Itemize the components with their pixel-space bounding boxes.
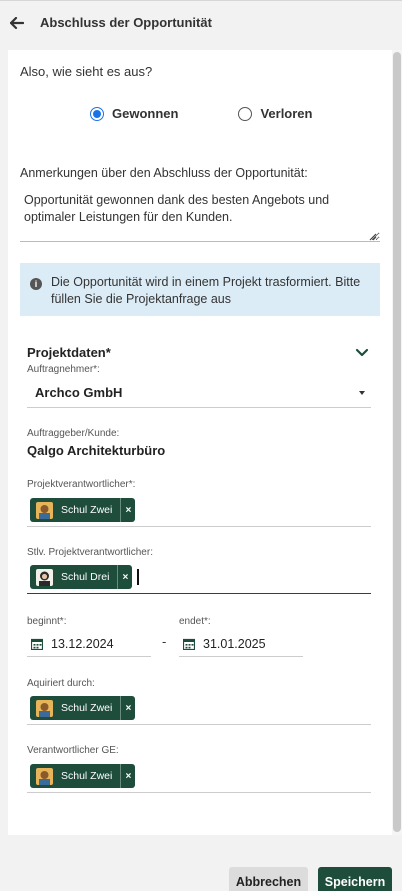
manager-field[interactable]: Schul Zwei × [27,494,371,527]
arrow-left-icon [10,16,24,29]
notes-label: Anmerkungen über den Abschluss der Oppor… [20,166,308,180]
calendar-icon [183,638,195,650]
deputy-field[interactable]: Schul Drei × [27,561,371,594]
outcome-question: Also, wie sieht es aus? [20,64,153,79]
radio-lost[interactable]: Verloren [238,106,312,121]
page-title: Abschluss der Opportunität [40,15,212,30]
close-icon[interactable]: × [117,565,132,589]
person-chip[interactable]: Schul Drei × [30,565,133,589]
section-title: Projektdaten* [27,345,111,360]
responsible-ge-label: Verantwortlicher GE: [27,745,119,756]
resize-handle-icon[interactable] [367,231,377,241]
acquired-label: Aquiriert durch: [27,678,95,689]
person-chip[interactable]: Schul Zwei × [30,764,136,788]
info-text: Die Opportunität wird in einem Projekt t… [51,275,361,306]
cancel-button[interactable]: Abbrechen [229,867,308,891]
date-separator: - [162,634,167,649]
notes-textarea[interactable] [20,188,380,242]
close-icon[interactable]: × [120,696,135,720]
end-date-value: 31.01.2025 [203,636,266,651]
caret-down-icon [359,390,365,395]
manager-label: Projektverantwortlicher*: [27,479,136,490]
chip-name: Schul Zwei [61,770,113,782]
page-header: Abschluss der Opportunität [0,0,402,44]
responsible-ge-field[interactable]: Schul Zwei × [27,760,371,793]
client-value: Qalgo Architekturbüro [27,443,166,458]
avatar [36,767,53,785]
calendar-icon [31,638,43,650]
contractor-select[interactable]: Archco GmbH [27,378,371,408]
chip-name: Schul Zwei [61,504,113,516]
scrollbar-thumb[interactable] [393,52,401,832]
contractor-label: Auftragnehmer*: [27,364,100,375]
info-icon: i [30,278,42,290]
end-date-label: endet*: [179,616,211,627]
radio-won-circle[interactable] [90,106,104,121]
save-button[interactable]: Speichern [318,867,392,891]
back-button[interactable] [0,1,34,45]
person-chip[interactable]: Schul Zwei × [30,696,136,720]
text-cursor [137,569,140,585]
avatar [36,501,53,519]
radio-lost-circle[interactable] [238,106,253,121]
person-chip[interactable]: Schul Zwei × [30,498,136,522]
close-icon[interactable]: × [120,498,135,522]
chip-name: Schul Drei [61,571,110,583]
radio-won[interactable]: Gewonnen [90,106,178,121]
close-icon[interactable]: × [120,764,135,788]
outcome-radio-group: Gewonnen Verloren [90,106,312,121]
deputy-label: Stlv. Projektverantwortlicher: [27,547,153,558]
info-banner: i Die Opportunität wird in einem Projekt… [20,263,380,316]
acquired-field[interactable]: Schul Zwei × [27,692,371,725]
radio-won-label: Gewonnen [112,106,179,121]
radio-lost-label: Verloren [260,106,313,121]
client-label: Auftraggeber/Kunde: [27,428,120,439]
radio-won-dot [93,109,101,118]
start-date-value: 13.12.2024 [51,636,114,651]
start-date-field[interactable]: 13.12.2024 [27,631,151,657]
chevron-down-icon[interactable] [354,346,370,360]
chip-name: Schul Zwei [61,702,113,714]
end-date-field[interactable]: 31.01.2025 [179,631,303,657]
avatar [36,568,53,586]
contractor-value: Archco GmbH [35,385,123,400]
start-date-label: beginnt*: [27,616,67,627]
avatar [36,699,53,717]
